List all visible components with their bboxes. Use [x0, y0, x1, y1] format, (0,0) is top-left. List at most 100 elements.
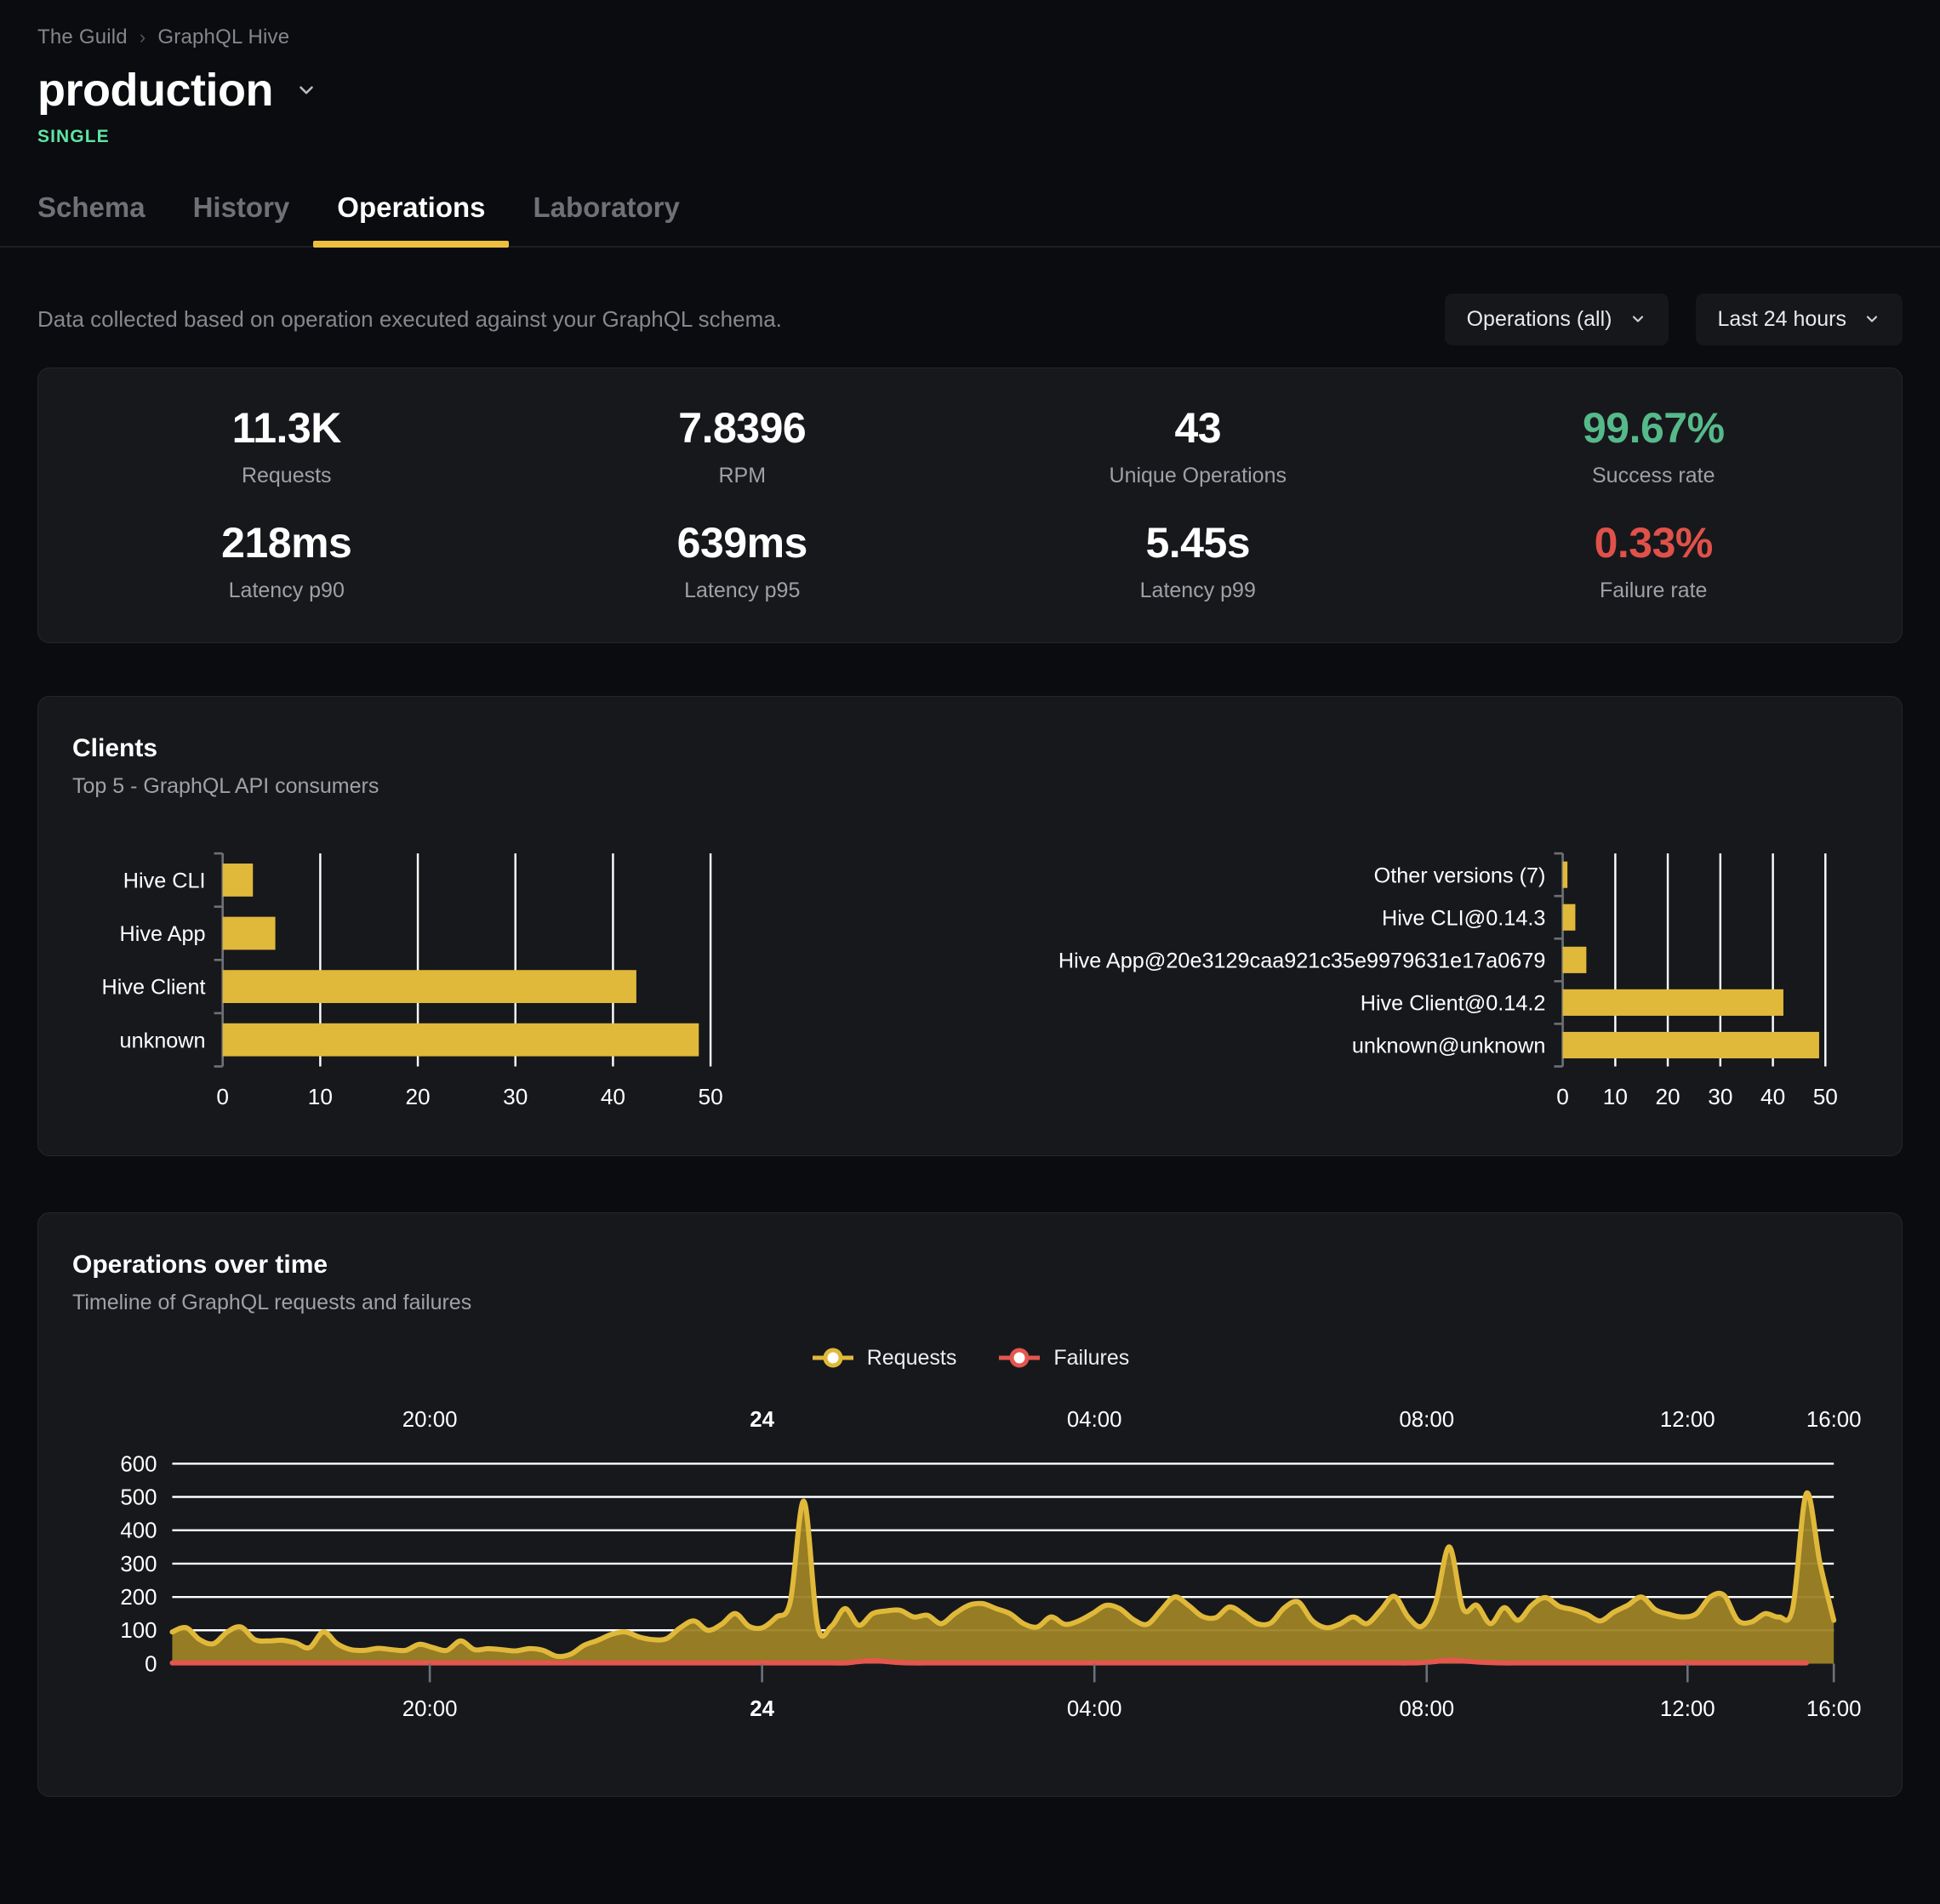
svg-text:40: 40	[601, 1084, 625, 1109]
stat-value: 99.67%	[1426, 402, 1882, 453]
stat-failure-rate: 0.33% Failure rate	[1426, 517, 1882, 603]
operations-filter-label: Operations (all)	[1467, 307, 1612, 332]
failures-legend-marker-icon	[997, 1347, 1041, 1369]
svg-text:10: 10	[1603, 1084, 1628, 1109]
stat-latency-p90: 218ms Latency p90	[59, 517, 515, 603]
stat-label: Latency p99	[970, 579, 1426, 603]
svg-text:20: 20	[405, 1084, 430, 1109]
stat-label: Unique Operations	[970, 464, 1426, 488]
tab-operations[interactable]: Operations	[313, 191, 509, 246]
breadcrumb-project[interactable]: GraphQL Hive	[157, 26, 289, 49]
legend-item-failures[interactable]: Failures	[997, 1346, 1129, 1371]
operations-dashboard-page: The Guild › GraphQL Hive production SING…	[0, 0, 1940, 1904]
stat-value: 639ms	[515, 517, 971, 568]
svg-text:24: 24	[750, 1697, 774, 1721]
breadcrumb: The Guild › GraphQL Hive	[37, 26, 1903, 49]
svg-text:0: 0	[145, 1652, 157, 1676]
svg-text:16:00: 16:00	[1806, 1408, 1862, 1432]
chevron-down-icon[interactable]	[295, 79, 317, 101]
svg-text:30: 30	[503, 1084, 528, 1109]
svg-text:300: 300	[120, 1553, 157, 1576]
svg-text:Hive CLI: Hive CLI	[123, 869, 206, 892]
svg-text:400: 400	[120, 1519, 157, 1542]
period-filter-select[interactable]: Last 24 hours	[1696, 294, 1903, 345]
ops-title: Operations over time	[72, 1251, 1868, 1280]
svg-text:04:00: 04:00	[1067, 1697, 1122, 1721]
svg-text:50: 50	[1813, 1084, 1838, 1109]
chevron-down-icon	[1863, 311, 1880, 328]
svg-text:Hive App@20e3129caa921c35e9979: Hive App@20e3129caa921c35e9979631e17a067…	[1058, 949, 1546, 972]
ops-legend: Requests Failures	[72, 1346, 1868, 1371]
tab-history[interactable]: History	[169, 191, 314, 246]
svg-text:200: 200	[120, 1586, 157, 1610]
stat-value: 0.33%	[1426, 517, 1882, 568]
stat-value: 7.8396	[515, 402, 971, 453]
clients-charts: Hive CLI Hive App Hive Client unknown 0 10 20 3…	[72, 841, 1868, 1116]
stat-label: Requests	[59, 464, 515, 488]
clients-by-name-chart: Hive CLI Hive App Hive Client unknown 0 10 20 3…	[72, 841, 970, 1116]
operations-over-time-card: Operations over time Timeline of GraphQL…	[37, 1212, 1903, 1797]
breadcrumb-org[interactable]: The Guild	[37, 26, 128, 49]
svg-text:Hive Client: Hive Client	[102, 975, 206, 999]
tab-laboratory[interactable]: Laboratory	[509, 191, 703, 246]
legend-item-requests[interactable]: Requests	[811, 1346, 957, 1371]
stat-requests: 11.3K Requests	[59, 402, 515, 488]
clients-by-version-chart: Other versions (7) Hive CLI@0.14.3 Hive Ap…	[970, 841, 1868, 1116]
stat-rpm: 7.8396 RPM	[515, 402, 971, 488]
svg-text:Hive CLI@0.14.3: Hive CLI@0.14.3	[1382, 906, 1545, 930]
tab-bar: Schema History Operations Laboratory	[0, 191, 1940, 248]
svg-text:08:00: 08:00	[1399, 1408, 1454, 1432]
status-badge: SINGLE	[37, 127, 1903, 147]
chevron-down-icon	[1629, 311, 1646, 328]
svg-text:12:00: 12:00	[1660, 1408, 1715, 1432]
page-title: production	[37, 66, 273, 115]
stat-label: RPM	[515, 464, 971, 488]
operations-timeseries-chart: 20:00 24 04:00 08:00 12:00 16:00 0 100 200 300 400…	[72, 1389, 1868, 1745]
svg-text:Hive App: Hive App	[120, 922, 206, 946]
svg-text:unknown@unknown: unknown@unknown	[1352, 1034, 1546, 1057]
legend-label: Requests	[867, 1346, 957, 1371]
svg-text:40: 40	[1760, 1084, 1785, 1109]
stats-card: 11.3K Requests 7.8396 RPM 43 Unique Oper…	[37, 368, 1903, 643]
svg-text:100: 100	[120, 1619, 157, 1643]
clients-title: Clients	[72, 734, 1868, 763]
stat-label: Failure rate	[1426, 579, 1882, 603]
stat-latency-p95: 639ms Latency p95	[515, 517, 971, 603]
page-header: The Guild › GraphQL Hive production SING…	[0, 0, 1940, 147]
period-filter-label: Last 24 hours	[1718, 307, 1847, 332]
svg-text:04:00: 04:00	[1067, 1408, 1122, 1432]
subheader-row: Data collected based on operation execut…	[0, 248, 1940, 345]
breadcrumb-separator-icon: ›	[140, 26, 146, 48]
svg-text:Other versions (7): Other versions (7)	[1374, 864, 1546, 887]
svg-text:20:00: 20:00	[402, 1697, 458, 1721]
ops-subtitle: Timeline of GraphQL requests and failure…	[72, 1291, 1868, 1315]
tab-schema[interactable]: Schema	[37, 191, 169, 246]
svg-text:600: 600	[120, 1452, 157, 1476]
requests-legend-marker-icon	[811, 1347, 855, 1369]
svg-text:16:00: 16:00	[1806, 1697, 1862, 1721]
svg-text:20: 20	[1655, 1084, 1680, 1109]
svg-text:50: 50	[699, 1084, 723, 1109]
svg-text:500: 500	[120, 1485, 157, 1509]
stat-value: 218ms	[59, 517, 515, 568]
title-row: production	[37, 66, 1903, 115]
stat-unique-operations: 43 Unique Operations	[970, 402, 1426, 488]
stats-grid: 11.3K Requests 7.8396 RPM 43 Unique Oper…	[59, 402, 1881, 603]
stat-label: Latency p90	[59, 579, 515, 603]
operations-filter-select[interactable]: Operations (all)	[1445, 294, 1669, 345]
legend-label: Failures	[1053, 1346, 1129, 1371]
stat-latency-p99: 5.45s Latency p99	[970, 517, 1426, 603]
stat-label: Latency p95	[515, 579, 971, 603]
stat-value: 43	[970, 402, 1426, 453]
svg-text:20:00: 20:00	[402, 1408, 458, 1432]
svg-text:unknown: unknown	[120, 1029, 206, 1052]
svg-text:08:00: 08:00	[1399, 1697, 1454, 1721]
svg-text:10: 10	[308, 1084, 333, 1109]
svg-text:12:00: 12:00	[1660, 1697, 1715, 1721]
svg-text:0: 0	[1556, 1084, 1569, 1109]
filter-controls: Operations (all) Last 24 hours	[1445, 294, 1903, 345]
stat-label: Success rate	[1426, 464, 1882, 488]
stat-value: 11.3K	[59, 402, 515, 453]
svg-text:Hive Client@0.14.2: Hive Client@0.14.2	[1361, 991, 1546, 1015]
svg-text:0: 0	[216, 1084, 229, 1109]
